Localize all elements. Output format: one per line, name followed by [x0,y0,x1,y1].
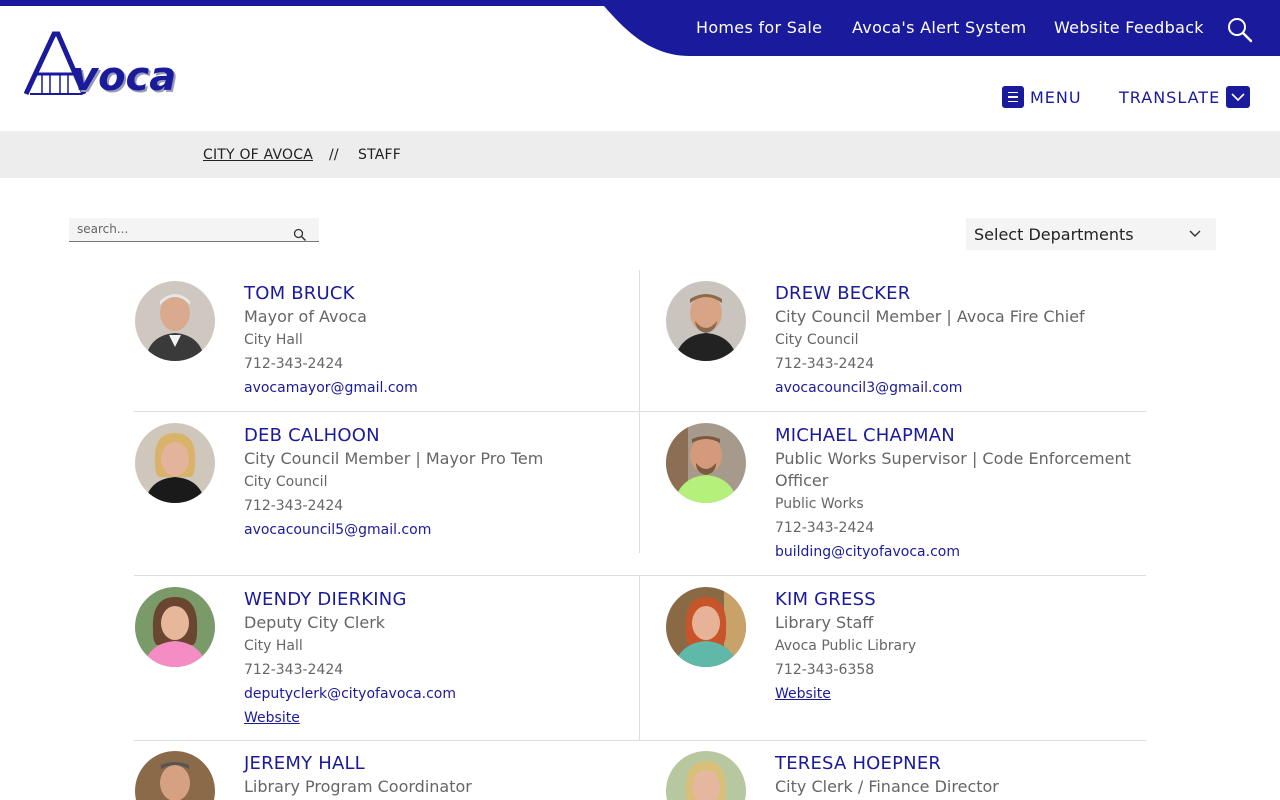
staff-info: DREW BECKER City Council Member | Avoca … [775,282,1155,400]
staff-department: Public Works [775,496,864,512]
staff-name[interactable]: DREW BECKER [775,282,1155,306]
logo-text: voca [72,54,176,100]
staff-name[interactable]: JEREMY HALL [244,752,624,776]
staff-department: City Council [775,332,859,348]
staff-title: Mayor of Avoca [244,307,367,326]
avoca-logo[interactable]: voca voca [23,30,192,102]
search-icon[interactable] [1226,16,1254,44]
staff-email[interactable]: avocamayor@gmail.com [244,376,624,400]
staff-info: WENDY DIERKING Deputy City Clerk City Ha… [244,588,624,730]
top-accent-line [0,0,1280,6]
avatar [135,751,215,800]
breadcrumb: CITY OF AVOCA // STAFF [0,131,1280,178]
translate-label: TRANSLATE [1119,87,1221,107]
staff-title: City Clerk / Finance Director [775,777,999,796]
staff-name[interactable]: DEB CALHOON [244,424,624,448]
staff-department: City Hall [244,638,303,654]
staff-phone: 712-343-2424 [775,520,875,536]
logo-graphic: voca voca [23,31,178,102]
staff-title: Public Works Supervisor | Code Enforceme… [775,449,1131,490]
staff-email[interactable]: avocacouncil3@gmail.com [775,376,1155,400]
avatar [135,587,215,667]
staff-website-link[interactable]: Website [244,706,624,730]
staff-name[interactable]: TOM BRUCK [244,282,624,306]
avatar [666,423,746,503]
avatar [666,281,746,361]
staff-info: JEREMY HALL Library Program Coordinator [244,752,624,798]
menu-label: MENU [1030,87,1082,107]
staff-phone: 712-343-6358 [775,662,875,678]
staff-department: City Hall [244,332,303,348]
translate-button[interactable]: TRANSLATE [1119,85,1251,109]
alert-system-link[interactable]: Avoca's Alert System [852,18,1027,37]
hamburger-icon [1002,86,1024,108]
staff-title: Deputy City Clerk [244,613,386,632]
staff-department: City Council [244,474,328,490]
staff-title: Library Program Coordinator [244,777,472,796]
chevron-down-icon [1226,86,1251,108]
staff-name[interactable]: MICHAEL CHAPMAN [775,424,1155,448]
staff-info: MICHAEL CHAPMAN Public Works Supervisor … [775,424,1155,564]
breadcrumb-current: STAFF [358,147,402,163]
staff-info: KIM GRESS Library Staff Avoca Public Lib… [775,588,1155,706]
staff-name[interactable]: WENDY DIERKING [244,588,624,612]
staff-title: City Council Member | Mayor Pro Tem [244,449,544,468]
department-select-value: Select Departments [974,224,1134,244]
website-feedback-link[interactable]: Website Feedback [1054,18,1204,37]
staff-info: TOM BRUCK Mayor of Avoca City Hall 712-3… [244,282,624,400]
staff-phone: 712-343-2424 [244,662,344,678]
chevron-down-icon [1189,230,1201,237]
staff-phone: 712-343-2424 [775,356,875,372]
staff-email[interactable]: avocacouncil5@gmail.com [244,518,624,542]
homes-for-sale-link[interactable]: Homes for Sale [696,18,822,37]
breadcrumb-separator: // [329,147,339,163]
staff-title: Library Staff [775,613,874,632]
breadcrumb-home-link[interactable]: CITY OF AVOCA [203,147,313,163]
staff-website-link[interactable]: Website [775,682,1155,706]
staff-phone: 712-343-2424 [244,498,344,514]
avatar [666,751,746,800]
avatar [666,587,746,667]
utility-bar: Homes for Sale Avoca's Alert System Webs… [0,0,1280,56]
staff-info: TERESA HOEPNER City Clerk / Finance Dire… [775,752,1155,798]
staff-department: Avoca Public Library [775,638,917,654]
staff-title: City Council Member | Avoca Fire Chief [775,307,1085,326]
department-select[interactable]: Select Departments [966,218,1216,250]
avatar [135,423,215,503]
staff-email[interactable]: building@cityofavoca.com [775,540,1155,564]
staff-search [69,218,319,242]
staff-info: DEB CALHOON City Council Member | Mayor … [244,424,624,542]
search-submit-icon[interactable] [293,228,307,242]
staff-phone: 712-343-2424 [244,356,344,372]
staff-name[interactable]: KIM GRESS [775,588,1155,612]
search-input[interactable] [69,218,279,240]
avatar [135,281,215,361]
staff-email[interactable]: deputyclerk@cityofavoca.com [244,682,624,706]
staff-name[interactable]: TERESA HOEPNER [775,752,1155,776]
menu-button[interactable]: MENU [1002,85,1082,109]
